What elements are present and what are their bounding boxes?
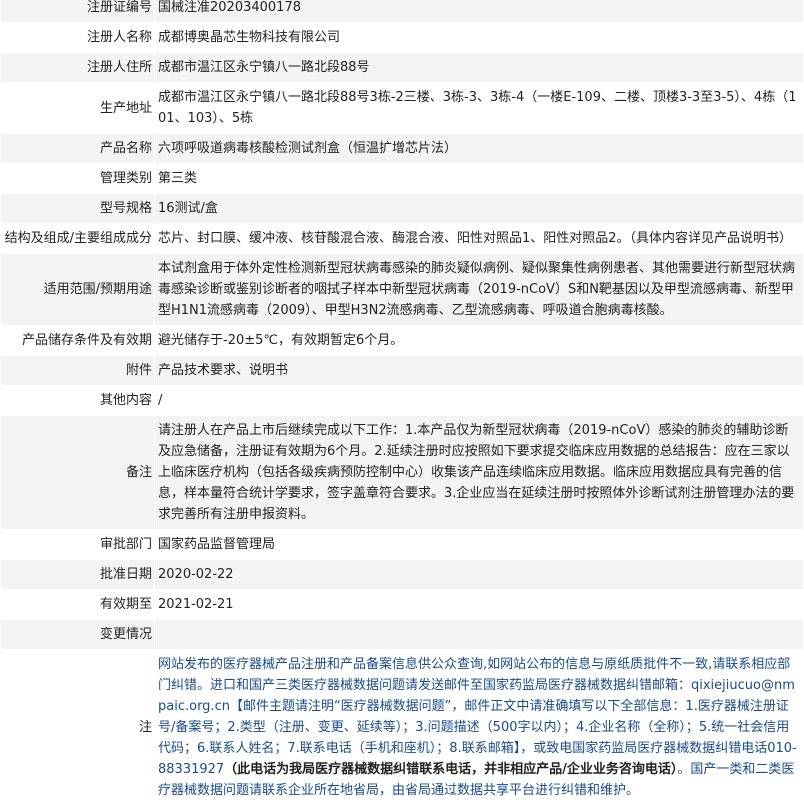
row-label: 注册证编号 xyxy=(0,0,155,23)
table-row: 管理类别 第三类 xyxy=(0,163,804,194)
table-row: 适用范围/预期用途 本试剂盒用于体外定性检测新型冠状病毒感染的肺炎疑似病例、疑似… xyxy=(0,253,804,326)
row-label: 变更情况 xyxy=(0,619,155,650)
row-label: 适用范围/预期用途 xyxy=(0,253,155,326)
row-label: 注册人住所 xyxy=(0,52,155,83)
table-row: 型号规格 16测试/盒 xyxy=(0,193,804,224)
row-label: 备注 xyxy=(0,415,155,530)
row-value: 16测试/盒 xyxy=(154,193,804,224)
row-value: / xyxy=(154,385,804,416)
note-row: 注 网站发布的医疗器械产品注册和产品备案信息供公众查询,如网站公布的信息与原纸质… xyxy=(0,649,804,806)
row-label: 结构及组成/主要组成成分 xyxy=(0,223,155,254)
row-value: 六项呼吸道病毒核酸检测试剂盒（恒温扩增芯片法） xyxy=(154,133,804,164)
row-label: 其他内容 xyxy=(0,385,155,416)
table-row: 注册人名称 成都博奥晶芯生物科技有限公司 xyxy=(0,22,804,53)
table-row: 结构及组成/主要组成成分 芯片、封口膜、缓冲液、核苷酸混合液、酶混合液、阳性对照… xyxy=(0,223,804,254)
note-text-part1: 网站发布的医疗器械产品注册和产品备案信息供公众查询,如网站公布的信息与原纸质批件… xyxy=(158,657,797,777)
row-value: 本试剂盒用于体外定性检测新型冠状病毒感染的肺炎疑似病例、疑似聚集性病例患者、其他… xyxy=(154,253,804,326)
table-row: 产品名称 六项呼吸道病毒核酸检测试剂盒（恒温扩增芯片法） xyxy=(0,133,804,164)
row-value: 成都市温江区永宁镇八一路北段88号 xyxy=(154,52,804,83)
table-row: 附件 产品技术要求、说明书 xyxy=(0,355,804,386)
row-label: 产品储存条件及有效期 xyxy=(0,325,155,356)
table-row: 生产地址 成都市温江区永宁镇八一路北段88号3栋-2三楼、3栋-3、3栋-4（一… xyxy=(0,82,804,134)
row-label: 有效期至 xyxy=(0,589,155,620)
row-value: 2020-02-22 xyxy=(154,559,804,590)
row-label: 型号规格 xyxy=(0,193,155,224)
row-label: 管理类别 xyxy=(0,163,155,194)
table-row: 备注 请注册人在产品上市后继续完成以下工作：1.本产品仅为新型冠状病毒（2019… xyxy=(0,415,804,530)
row-label: 批准日期 xyxy=(0,559,155,590)
table-row: 注册人住所 成都市温江区永宁镇八一路北段88号 xyxy=(0,52,804,83)
detail-table-body: 注册证编号 国械注准20203400178 注册人名称 成都博奥晶芯生物科技有限… xyxy=(0,0,804,806)
table-row: 变更情况 xyxy=(0,619,804,650)
row-value xyxy=(154,619,804,650)
row-value: 成都市温江区永宁镇八一路北段88号3栋-2三楼、3栋-3、3栋-4（一楼E-10… xyxy=(154,82,804,134)
row-label: 附件 xyxy=(0,355,155,386)
table-row: 批准日期 2020-02-22 xyxy=(0,559,804,590)
note-value: 网站发布的医疗器械产品注册和产品备案信息供公众查询,如网站公布的信息与原纸质批件… xyxy=(154,649,804,806)
table-row: 产品储存条件及有效期 避光储存于-20±5℃，有效期暂定6个月。 xyxy=(0,325,804,356)
note-text-bold: （此电话为我局医疗器械数据纠错联系电话，并非相应产品/企业业务咨询电话） xyxy=(224,762,678,777)
row-value: 产品技术要求、说明书 xyxy=(154,355,804,386)
row-value: 国家药品监督管理局 xyxy=(154,529,804,560)
row-value: 成都博奥晶芯生物科技有限公司 xyxy=(154,22,804,53)
registration-detail-table: 注册证编号 国械注准20203400178 注册人名称 成都博奥晶芯生物科技有限… xyxy=(0,0,804,806)
row-label: 注册人名称 xyxy=(0,22,155,53)
row-value: 请注册人在产品上市后继续完成以下工作：1.本产品仅为新型冠状病毒（2019-nC… xyxy=(154,415,804,530)
table-row: 其他内容 / xyxy=(0,385,804,416)
table-row: 有效期至 2021-02-21 xyxy=(0,589,804,620)
row-value: 芯片、封口膜、缓冲液、核苷酸混合液、酶混合液、阳性对照品1、阳性对照品2。（具体… xyxy=(154,223,804,254)
row-label: 审批部门 xyxy=(0,529,155,560)
table-row: 注册证编号 国械注准20203400178 xyxy=(0,0,804,23)
row-value: 2021-02-21 xyxy=(154,589,804,620)
row-value: 国械注准20203400178 xyxy=(154,0,804,23)
row-value: 避光储存于-20±5℃，有效期暂定6个月。 xyxy=(154,325,804,356)
row-value: 第三类 xyxy=(154,163,804,194)
row-label: 生产地址 xyxy=(0,82,155,134)
table-row: 审批部门 国家药品监督管理局 xyxy=(0,529,804,560)
note-label: 注 xyxy=(0,649,155,806)
row-label: 产品名称 xyxy=(0,133,155,164)
